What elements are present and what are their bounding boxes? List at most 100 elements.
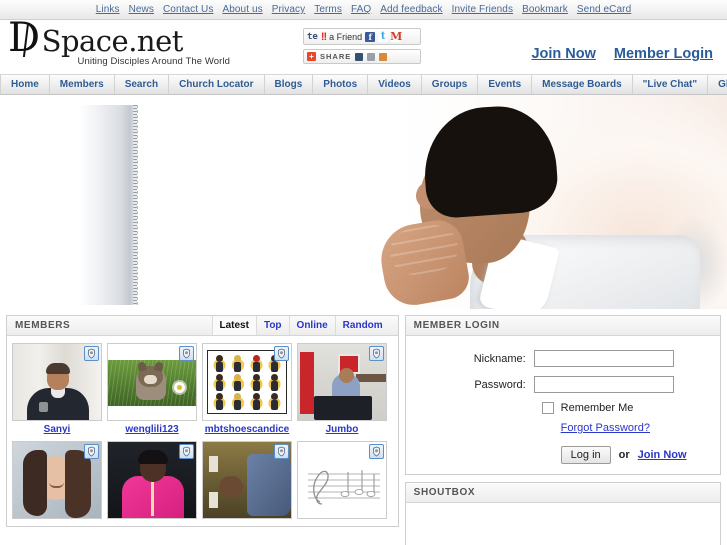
exclamation-icon: !! [320,30,327,43]
shoutbox-body[interactable] [405,503,720,545]
nav-item-live-chat[interactable]: "Live Chat" [633,75,709,94]
tell-a-friend-box[interactable]: te !! a Friend f t M [303,28,421,45]
join-now-link[interactable]: Join Now [531,46,595,62]
top-link[interactable]: Contact Us [163,4,213,15]
content-area: MEMBERS Latest Top Online Random Sanyi w… [0,309,727,545]
member-thumbnail[interactable] [202,441,292,519]
member-username[interactable]: wenglili123 [107,424,197,435]
member-thumbnail[interactable] [202,343,292,421]
facebook-icon[interactable]: f [365,31,376,42]
nickname-row: Nickname: [416,350,710,367]
logo-text: D Space.net [8,15,258,61]
site-header: D Space.net Uniting Disciples Around The … [0,15,727,75]
member-thumbnail-grid: Sanyi wenglili123 mbtshoescandice Jumbo [7,336,398,526]
or-text: or [618,449,630,461]
nav-item-photos[interactable]: Photos [313,75,369,94]
member-thumbnail[interactable] [12,441,102,519]
award-badge-icon [369,444,384,459]
member-thumbnail[interactable] [297,441,387,519]
share-option-icon[interactable] [367,52,376,61]
login-form: Nickname: Password: Remember Me Forgot P… [406,336,720,474]
share-label: SHARE [320,52,352,61]
nickname-input[interactable] [533,350,674,367]
nav-item-search[interactable]: Search [115,75,170,94]
nav-item-members[interactable]: Members [50,75,115,94]
member-cell: mbtshoescandice [202,343,292,435]
tell-a-friend-widget[interactable]: te !! a Friend f t M + SHARE [303,28,421,64]
page-root: Links News Contact Us About us Privacy T… [0,0,727,545]
award-badge-icon [274,346,289,361]
award-badge-icon [369,346,384,361]
member-thumbnail[interactable] [107,343,197,421]
member-login-panel: MEMBER LOGIN Nickname: Password: Remembe… [404,315,721,475]
nav-item-home[interactable]: Home [0,75,50,94]
member-cell: Jumbo [297,343,387,435]
nav-item-videos[interactable]: Videos [368,75,422,94]
tab-random[interactable]: Random [334,316,390,335]
hero-banner [0,95,727,313]
members-panel-header: MEMBERS Latest Top Online Random [7,316,398,336]
member-cell: Sanyi [12,343,102,435]
member-cell: wenglili123 [107,343,197,435]
site-logo[interactable]: D Space.net Uniting Disciples Around The … [8,15,258,67]
password-row: Password: [416,376,710,393]
member-cell [202,441,292,522]
nav-item-groups[interactable]: Groups [422,75,479,94]
nav-item-blogs[interactable]: Blogs [265,75,314,94]
top-link[interactable]: About us [222,4,262,15]
member-thumbnail[interactable] [297,343,387,421]
top-link[interactable]: Invite Friends [452,4,513,15]
top-link[interactable]: Bookmark [522,4,568,15]
twitter-icon[interactable]: t [378,31,389,42]
share-option-icon[interactable] [379,52,388,61]
share-option-icon[interactable] [355,52,364,61]
award-badge-icon [179,346,194,361]
nav-item-message-boards[interactable]: Message Boards [532,75,633,94]
tab-online[interactable]: Online [288,316,335,335]
logo-wordmark: Space.net [41,24,184,58]
log-in-button[interactable]: Log in [560,446,611,464]
members-panel: MEMBERS Latest Top Online Random Sanyi w… [6,315,399,527]
members-column: MEMBERS Latest Top Online Random Sanyi w… [6,315,399,545]
top-link[interactable]: News [129,4,154,15]
sidebar-column: MEMBER LOGIN Nickname: Password: Remembe… [404,315,721,545]
top-link[interactable]: Links [96,4,120,15]
window-blinds-decoration [80,105,138,305]
login-panel-header: MEMBER LOGIN [405,316,720,336]
password-input[interactable] [533,376,674,393]
member-login-link[interactable]: Member Login [614,46,713,62]
remember-me-checkbox[interactable] [541,402,554,414]
top-link[interactable]: Terms [314,4,342,15]
member-thumbnail[interactable] [107,441,197,519]
logo-letter-d: D [8,15,40,61]
member-username[interactable]: Jumbo [297,424,387,435]
top-link[interactable]: Privacy [272,4,305,15]
auth-links: Join Now Member Login [531,46,713,62]
award-badge-icon [274,444,289,459]
nav-item-church-locator[interactable]: Church Locator [169,75,265,94]
member-thumbnail[interactable] [12,343,102,421]
main-navigation: Home Members Search Church Locator Blogs… [0,75,727,95]
share-bar[interactable]: + SHARE [303,49,421,64]
shoutbox-panel: SHOUTBOX [404,482,721,545]
a-friend-label: a Friend [329,31,363,42]
tell-text: te [307,31,318,42]
top-link[interactable]: FAQ [351,4,371,15]
join-now-link-login[interactable]: Join Now [638,449,687,461]
top-link[interactable]: Add feedback [380,4,442,15]
tab-top[interactable]: Top [255,316,289,335]
password-label: Password: [474,378,526,391]
member-username[interactable]: Sanyi [12,424,102,435]
member-username[interactable]: mbtshoescandice [202,424,292,435]
shoutbox-panel-title: SHOUTBOX [413,487,476,498]
member-cell [12,441,102,522]
gmail-icon[interactable]: M [390,30,402,43]
award-badge-icon [179,444,194,459]
nav-item-global-prayers[interactable]: Global Prayers [708,75,727,94]
tab-latest[interactable]: Latest [211,316,256,335]
forgot-password-link[interactable]: Forgot Password? [561,422,650,434]
top-link[interactable]: Send eCard [577,4,631,15]
top-link-bar: Links News Contact Us About us Privacy T… [0,0,727,20]
nav-item-events[interactable]: Events [478,75,533,94]
member-cell [297,441,387,522]
